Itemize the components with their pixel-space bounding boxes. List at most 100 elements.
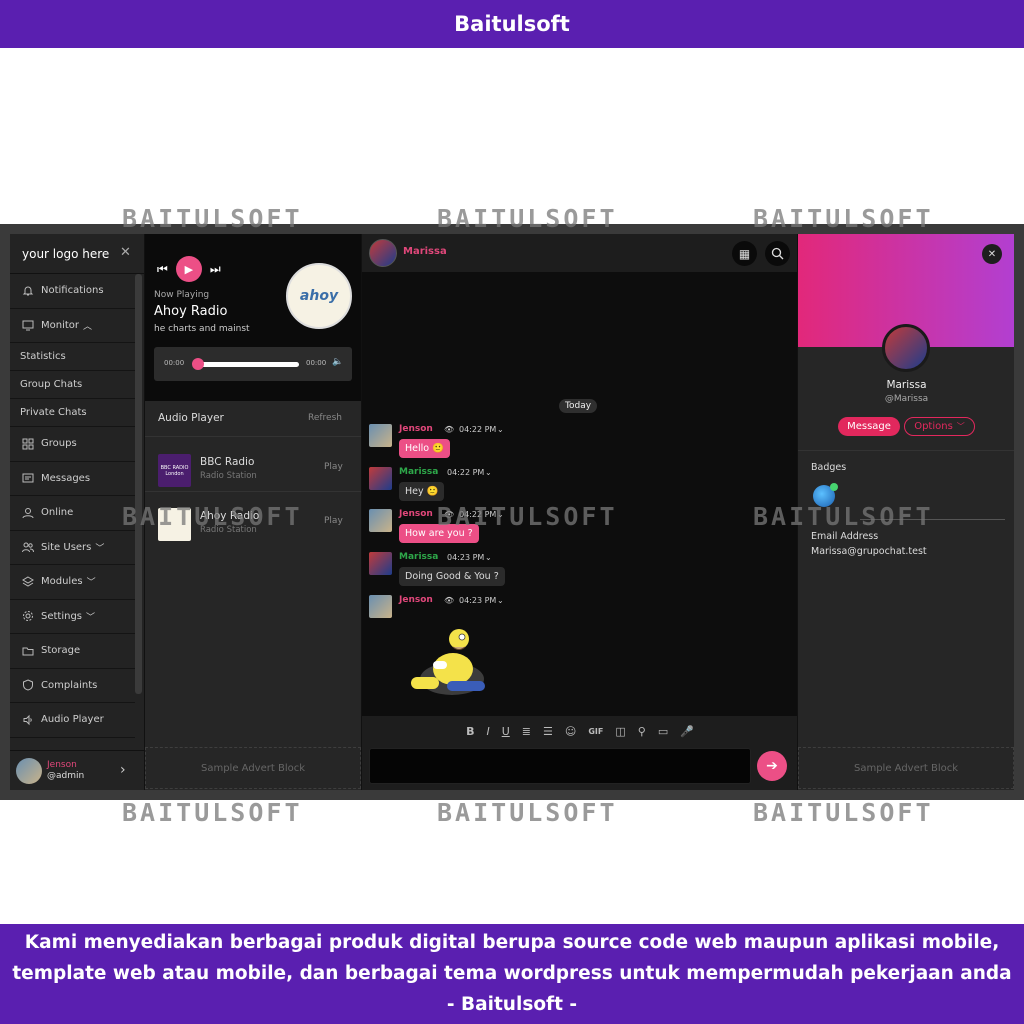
sender-name: Marissa	[399, 467, 439, 477]
sidebar-item-label: Online	[41, 507, 74, 519]
gear-icon	[20, 609, 35, 624]
options-label: Options	[914, 421, 953, 432]
avatar	[369, 552, 392, 575]
chevron-right-icon[interactable]: ›	[120, 762, 126, 778]
list-item[interactable]: Ahoy Radio Radio Station Play	[145, 496, 362, 546]
sidebar-scrollbar[interactable]	[135, 274, 142, 694]
monitor-icon	[20, 318, 35, 333]
next-icon[interactable]: ⏭	[210, 262, 221, 277]
sidebar-item-site-users[interactable]: Site Users ﹀	[10, 531, 135, 565]
gif-icon[interactable]: GIF	[588, 727, 603, 736]
user-handle: @admin	[47, 771, 85, 781]
sidebar-item-label: Storage	[41, 645, 81, 657]
avatar	[369, 467, 392, 490]
sidebar-item-modules[interactable]: Modules ﹀	[10, 565, 135, 600]
previous-icon[interactable]: ⏮	[157, 262, 168, 277]
sidebar-item-label: Complaints	[41, 679, 98, 691]
progress-bar[interactable]: 00:00 00:00 🔈	[154, 347, 352, 381]
app-screenshot: your logo here ✕ Notifications Monitor ︿…	[0, 224, 1024, 800]
chevron-down-icon[interactable]: ⌄	[497, 596, 504, 605]
sidebar-item-groups[interactable]: Groups	[10, 427, 135, 462]
station-description: he charts and mainst	[154, 324, 250, 334]
play-button[interactable]: Play	[324, 516, 343, 526]
microphone-icon[interactable]: 🎤	[680, 725, 694, 738]
sidebar-item-statistics[interactable]: Statistics	[10, 343, 135, 371]
chevron-down-icon[interactable]: ⌄	[485, 553, 492, 562]
options-button[interactable]: Options ﹀	[904, 417, 975, 436]
sidebar-item-label: Modules	[41, 576, 83, 588]
chevron-down-icon[interactable]: ⌄	[485, 468, 492, 477]
chevron-down-icon[interactable]: ⌄	[497, 425, 504, 434]
radio-logo-text: ahoy	[299, 288, 339, 304]
message-input[interactable]	[369, 748, 751, 784]
play-button[interactable]: ▶	[175, 256, 202, 282]
progress-knob[interactable]	[192, 358, 204, 370]
underline-icon[interactable]: U	[502, 725, 510, 738]
message-bubble: Doing Good & You ?	[399, 567, 505, 586]
bold-icon[interactable]: B	[466, 725, 474, 738]
sidebar-item-private-chats[interactable]: Private Chats	[10, 399, 135, 427]
close-icon[interactable]: ✕	[120, 245, 131, 260]
attachment-icon[interactable]: ⚲	[638, 725, 646, 738]
seen-icon: 👁	[444, 510, 455, 519]
sidebar: your logo here ✕ Notifications Monitor ︿…	[10, 234, 144, 790]
chevron-down-icon: ﹀	[86, 612, 96, 623]
numbered-list-icon[interactable]: ☰	[543, 725, 553, 738]
sidebar-item-audio-player[interactable]: Audio Player	[10, 703, 135, 738]
station-thumbnail: BBC RADIO London	[158, 454, 191, 487]
divider	[798, 450, 1014, 451]
play-button[interactable]: Play	[324, 462, 343, 472]
bell-icon	[20, 283, 35, 298]
sidebar-item-group-chats[interactable]: Group Chats	[10, 371, 135, 399]
sidebar-item-complaints[interactable]: Complaints	[10, 669, 135, 703]
close-icon[interactable]: ✕	[982, 244, 1002, 264]
profile-panel: ✕ Marissa @Marissa Message Options ﹀ Badg…	[797, 234, 1014, 790]
bullet-list-icon[interactable]: ≣	[522, 725, 531, 738]
refresh-button[interactable]: Refresh	[308, 413, 342, 423]
top-banner: Baitulsoft	[0, 0, 1024, 48]
shield-icon	[20, 678, 35, 693]
list-item[interactable]: BBC RADIO London BBC Radio Radio Station…	[145, 442, 362, 492]
sidebar-item-messages[interactable]: Messages	[10, 462, 135, 496]
banner-line: Kami menyediakan berbagai produk digital…	[24, 932, 1000, 953]
advert-block: Sample Advert Block	[145, 747, 361, 789]
badge-check-icon	[830, 483, 838, 491]
radio-logo: ahoy	[286, 263, 352, 329]
sidebar-item-label: Private Chats	[20, 407, 87, 418]
send-button[interactable]: ➔	[757, 751, 787, 781]
player-controls: ⏮ ▶ ⏭	[157, 256, 221, 282]
sidebar-item-settings[interactable]: Settings ﹀	[10, 600, 135, 634]
sender-name: Jenson	[399, 595, 433, 605]
volume-icon[interactable]: 🔈	[332, 357, 343, 367]
sticker-icon[interactable]: ◫	[615, 725, 625, 738]
time-current: 00:00	[164, 359, 185, 367]
chevron-down-icon[interactable]: ⌄	[497, 510, 504, 519]
sidebar-item-label: Notifications	[41, 285, 104, 297]
italic-icon[interactable]: I	[486, 725, 489, 738]
sidebar-item-online[interactable]: Online	[10, 496, 135, 531]
date-separator: Today	[559, 399, 598, 413]
message-button[interactable]: Message	[838, 417, 900, 436]
sidebar-item-monitor[interactable]: Monitor ︿	[10, 309, 135, 343]
emoji-icon[interactable]: ☺	[565, 725, 576, 738]
sidebar-item-label: Site Users	[41, 541, 92, 553]
divider	[860, 519, 1005, 520]
folder-icon	[20, 643, 35, 658]
avatar[interactable]	[369, 239, 397, 267]
sidebar-item-storage[interactable]: Storage	[10, 634, 135, 669]
grid-menu-icon[interactable]: ▦	[732, 241, 757, 266]
avatar	[369, 509, 392, 532]
sidebar-item-notifications[interactable]: Notifications	[10, 274, 135, 309]
progress-track[interactable]	[196, 362, 299, 367]
audio-player-title: Audio Player	[158, 412, 224, 424]
message-bubble: Hey 🙂	[399, 482, 445, 501]
search-icon[interactable]	[765, 241, 790, 266]
watermark: BAITULSOFT	[753, 798, 934, 827]
chat-contact-name[interactable]: Marissa	[403, 246, 447, 257]
current-user[interactable]: Jenson @admin ›	[10, 750, 144, 790]
chat-header: Marissa ▦	[362, 234, 798, 272]
folder-icon[interactable]: ▭	[658, 725, 668, 738]
now-playing-label: Now Playing	[154, 290, 210, 300]
badges-label: Badges	[811, 462, 847, 473]
message-bubble: How are you ?	[399, 524, 479, 543]
